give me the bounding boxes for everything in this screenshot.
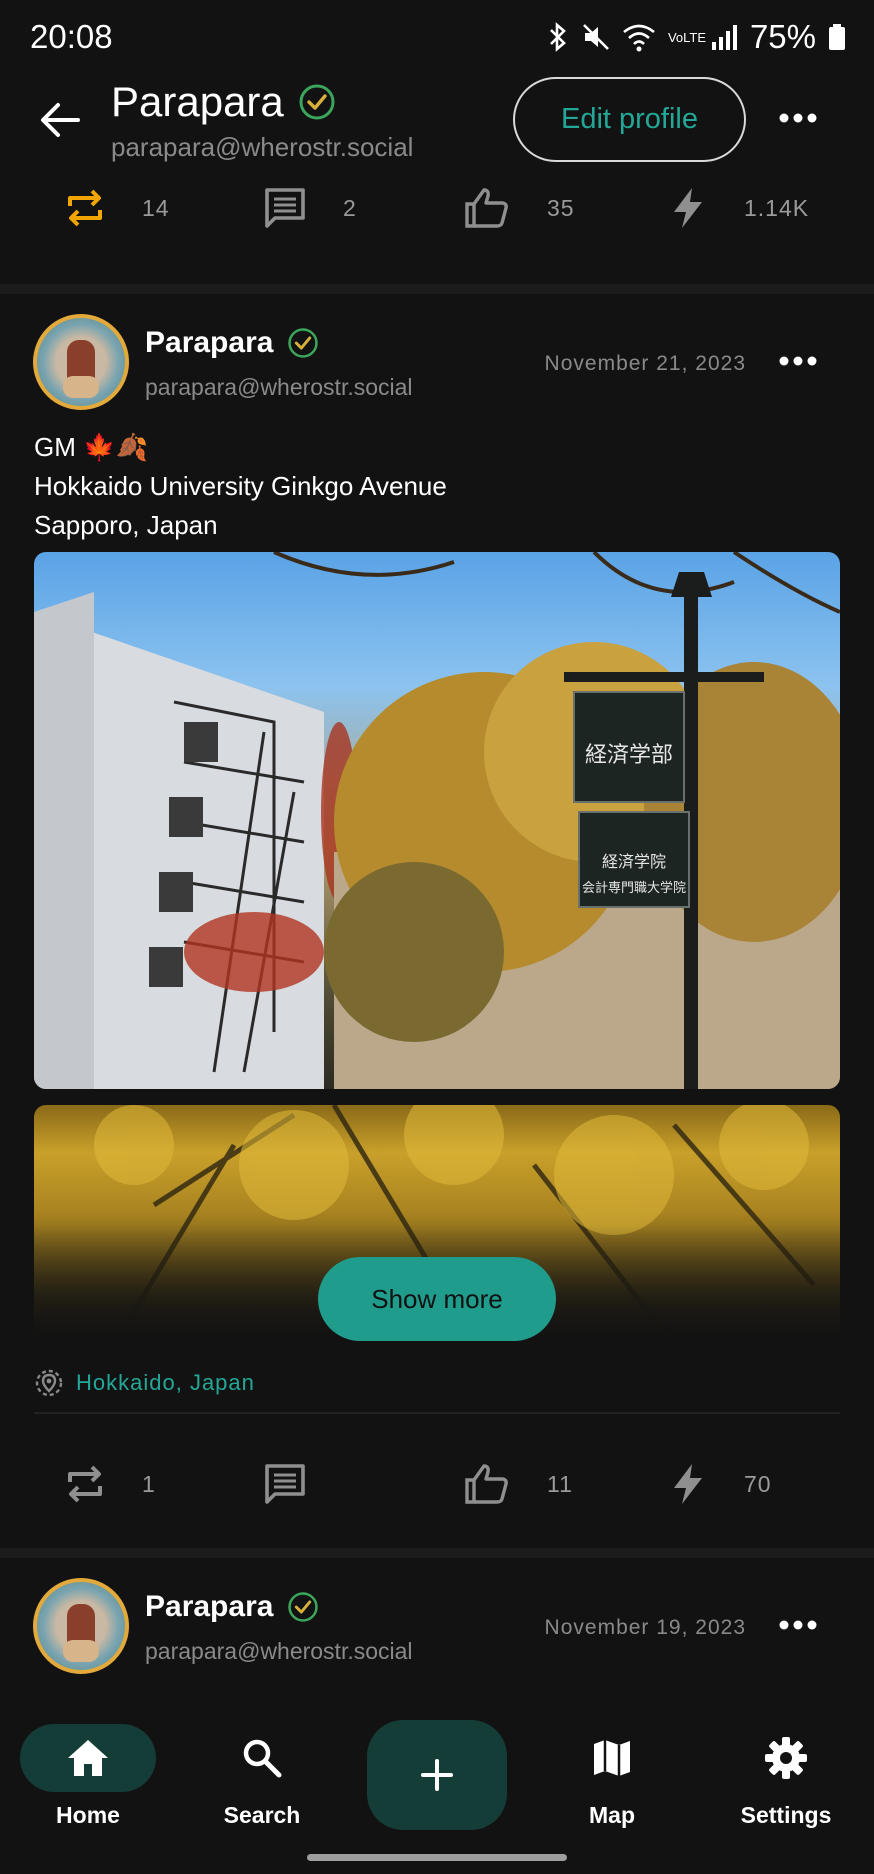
battery-icon xyxy=(829,24,845,50)
zap-action[interactable]: 1.14K xyxy=(668,186,809,230)
post-author-name-text: Parapara xyxy=(145,1590,274,1623)
status-time: 20:08 xyxy=(30,18,113,55)
avatar[interactable] xyxy=(33,314,129,410)
post-more-icon[interactable] xyxy=(776,339,820,383)
zap-action[interactable]: 70 xyxy=(668,1462,772,1506)
profile-handle: parapara@wherostr.social xyxy=(111,132,414,162)
comment-action[interactable] xyxy=(263,1462,331,1506)
repost-count: 14 xyxy=(142,194,170,221)
post-separator xyxy=(34,1412,840,1414)
post-location[interactable]: Hokkaido, Japan xyxy=(34,1368,255,1398)
nav-label: Map xyxy=(589,1802,635,1828)
post-actions: 1 11 70 xyxy=(0,1462,874,1522)
repost-icon xyxy=(68,189,102,227)
thumb-up-icon xyxy=(465,188,508,228)
like-count: 35 xyxy=(547,194,575,221)
nav-label: Home xyxy=(56,1802,120,1828)
wifi-icon xyxy=(623,24,655,52)
post-author-name[interactable]: Parapara xyxy=(145,326,319,360)
map-icon xyxy=(594,1740,630,1776)
plus-icon xyxy=(421,1759,453,1791)
post-text-line: Sapporo, Japan xyxy=(34,510,218,540)
nav-home[interactable]: Home xyxy=(18,1724,158,1829)
post-text-line: Hokkaido University Ginkgo Avenue xyxy=(34,471,447,501)
comment-action[interactable]: 2 xyxy=(263,186,357,230)
edit-profile-button[interactable]: Edit profile xyxy=(513,77,746,162)
status-icons: VoLTE 75% xyxy=(546,18,846,56)
post-author-name-text: Parapara xyxy=(145,326,274,359)
signal-icon xyxy=(711,25,737,50)
bluetooth-icon xyxy=(550,22,566,52)
home-icon xyxy=(68,1740,108,1776)
mute-icon xyxy=(583,24,609,50)
post-divider xyxy=(0,284,874,294)
sign-text: 経済学院 xyxy=(602,852,666,871)
lightning-icon xyxy=(674,1464,702,1504)
post-author-handle: parapara@wherostr.social xyxy=(145,1638,413,1664)
post-author-handle: parapara@wherostr.social xyxy=(145,374,413,400)
bottom-navigation: Home Search Map Settings xyxy=(0,1706,874,1846)
repost-count: 1 xyxy=(142,1470,156,1497)
new-post-button[interactable] xyxy=(367,1720,507,1830)
post-more-icon[interactable] xyxy=(776,1603,820,1647)
repost-action[interactable]: 1 xyxy=(64,1462,156,1506)
repost-icon xyxy=(68,1465,102,1503)
profile-name-text: Parapara xyxy=(111,78,284,125)
post-divider xyxy=(0,1548,874,1558)
search-icon xyxy=(243,1739,282,1778)
post-card: Parapara parapara@wherostr.social Novemb… xyxy=(0,1558,874,1706)
back-arrow-icon[interactable] xyxy=(36,96,84,144)
zap-count: 70 xyxy=(744,1470,772,1497)
show-more-button[interactable]: Show more xyxy=(318,1257,556,1341)
post-date: November 21, 2023 xyxy=(544,352,746,375)
lightning-icon xyxy=(674,188,702,228)
nav-search[interactable]: Search xyxy=(192,1724,332,1829)
nav-label: Settings xyxy=(740,1802,832,1828)
prev-post-actions: 14 2 35 1.14K xyxy=(0,186,874,246)
status-bar: 20:08 VoLTE 75% xyxy=(0,0,874,76)
like-count: 11 xyxy=(547,1470,573,1497)
location-pin-icon xyxy=(35,1369,63,1397)
thumb-up-icon xyxy=(465,1464,508,1504)
location-text: Hokkaido, Japan xyxy=(76,1370,255,1395)
battery-percent: 75% xyxy=(749,18,816,55)
post-text: GM 🍁🍂 Hokkaido University Ginkgo Avenue … xyxy=(34,428,447,545)
comment-icon xyxy=(265,1464,305,1504)
more-options-icon[interactable] xyxy=(776,96,820,140)
sign-text: 経済学部 xyxy=(585,743,673,768)
avatar[interactable] xyxy=(33,1578,129,1674)
post-photo[interactable]: 経済学部 経済学院 会計専門職大学院 xyxy=(34,552,840,1089)
post-text-line: GM 🍁🍂 xyxy=(34,432,148,462)
verified-icon xyxy=(288,1592,319,1622)
post-date: November 19, 2023 xyxy=(544,1616,746,1639)
system-home-indicator[interactable] xyxy=(307,1854,567,1861)
like-action[interactable]: 35 xyxy=(463,186,575,230)
comment-icon xyxy=(265,188,305,228)
gear-icon xyxy=(765,1737,807,1779)
comment-count: 2 xyxy=(343,194,357,221)
profile-name: Parapara xyxy=(111,78,336,126)
nav-map[interactable]: Map xyxy=(542,1724,682,1829)
top-app-bar: Parapara parapara@wherostr.social Edit p… xyxy=(0,76,874,180)
volte-label: VoLTE xyxy=(667,29,706,45)
like-action[interactable]: 11 xyxy=(463,1462,573,1506)
post-author-name[interactable]: Parapara xyxy=(145,1590,319,1624)
photo-illustration: 経済学部 経済学院 会計専門職大学院 xyxy=(34,552,840,1089)
verified-icon xyxy=(288,328,319,358)
sign-text: 会計専門職大学院 xyxy=(582,880,686,896)
post-card: Parapara parapara@wherostr.social Novemb… xyxy=(0,294,874,1544)
repost-action[interactable]: 14 xyxy=(64,186,170,230)
nav-label: Search xyxy=(223,1802,301,1828)
nav-settings[interactable]: Settings xyxy=(716,1724,856,1829)
verified-icon xyxy=(299,84,335,120)
zap-count: 1.14K xyxy=(744,194,810,221)
